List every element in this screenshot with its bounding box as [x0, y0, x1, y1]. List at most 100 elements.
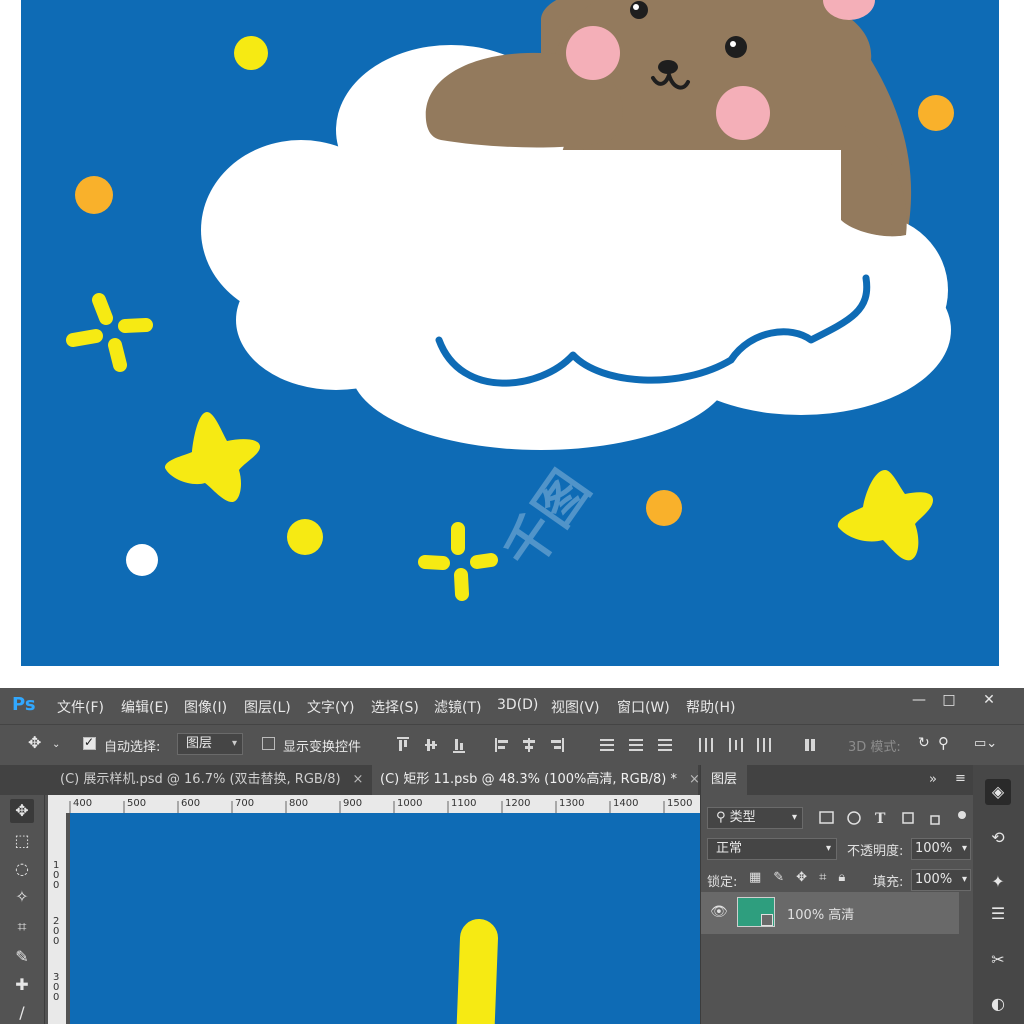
close-icon[interactable]: × — [689, 772, 700, 787]
dot-yellow — [234, 36, 268, 70]
sparkle — [66, 293, 153, 372]
tab-label: (C) 展示样机.psd @ 16.7% (双击替换, RGB/8) — [60, 772, 341, 787]
menu-filter[interactable]: 滤镜(T) — [434, 697, 481, 717]
fill-input[interactable]: 100% ▾ — [911, 869, 971, 891]
menu-file[interactable]: 文件(F) — [57, 697, 104, 717]
chevron-down-icon: ▾ — [961, 874, 967, 885]
chevron-down-icon: ▾ — [791, 812, 797, 823]
document-tabs: (C) 展示样机.psd @ 16.7% (双击替换, RGB/8) × (C) … — [0, 765, 700, 795]
menu-layer[interactable]: 图层(L) — [244, 697, 291, 717]
menu-edit[interactable]: 编辑(E) — [121, 697, 169, 717]
ruler-label: 1400 — [613, 798, 639, 809]
layers-panel: 图层 » ≡ ⚲ 类型 ▾ T 正常 ▾ 不透明度: 100% ▾ 锁定: ▦✎… — [700, 765, 973, 1024]
color-icon[interactable]: ◐ — [985, 991, 1011, 1017]
tab-document-2[interactable]: (C) 矩形 11.psb @ 48.3% (100%高清, RGB/8) * × — [372, 765, 700, 795]
brush-tool-icon[interactable]: / — [10, 1001, 34, 1024]
lasso-tool-icon[interactable]: ◌ — [10, 857, 34, 881]
lock-label: 锁定: — [707, 875, 738, 890]
dot-orange — [75, 176, 113, 214]
chevron-down-icon: ▾ — [231, 738, 237, 749]
menu-image[interactable]: 图像(I) — [184, 697, 227, 717]
layer-filter-dropdown[interactable]: ⚲ 类型 ▾ — [707, 807, 803, 829]
show-transform-checkbox[interactable] — [262, 737, 275, 750]
chevron-down-icon[interactable]: ⌄ — [52, 739, 60, 750]
show-transform-label: 显示变换控件 — [283, 740, 362, 755]
healing-brush-tool-icon[interactable]: ✚ — [10, 973, 34, 997]
auto-select-dropdown[interactable]: 图层 ▾ — [177, 733, 243, 755]
collapse-icon[interactable]: » — [929, 772, 937, 787]
layer-filter-label: 类型 — [729, 810, 756, 825]
canvas-preview — [456, 919, 498, 1024]
close-icon[interactable]: × — [353, 772, 364, 787]
blend-mode-value: 正常 — [716, 841, 743, 856]
history-icon[interactable]: ⟲ — [985, 825, 1011, 851]
dot-orange — [918, 95, 954, 131]
eye-icon[interactable]: 👁︎ — [710, 904, 728, 920]
move-tool-icon[interactable]: ✥ — [10, 799, 34, 823]
move-tool-icon[interactable]: ✥ — [28, 733, 41, 752]
star — [164, 412, 261, 503]
menu-bar: Ps 文件(F) 编辑(E) 图像(I) 图层(L) 文字(Y) 选择(S) 滤… — [0, 688, 1024, 724]
search-icon: ⚲ — [716, 810, 726, 825]
canvas-sparkle-stroke — [456, 919, 498, 1024]
3d-orbit-icon[interactable]: ↻ — [918, 735, 930, 751]
marquee-tool-icon[interactable]: ⬚ — [10, 829, 34, 853]
layers-icon[interactable]: ◈ — [985, 779, 1011, 805]
maximize-button[interactable]: □ — [930, 688, 968, 712]
panel-menu-icon[interactable]: ≡ — [955, 771, 966, 786]
ruler-label: 1000 — [397, 798, 423, 809]
smart-object-icon — [761, 914, 773, 926]
right-dock: ◈ ⟲ ✦ ☰ ✂ ◐ — [973, 765, 1024, 1024]
3d-search-icon[interactable]: ⚲ — [938, 734, 949, 752]
bear-eye-left — [630, 1, 648, 19]
layers-panel-header: 图层 » ≡ — [701, 765, 973, 795]
ruler-label: 700 — [235, 798, 255, 809]
document-canvas[interactable] — [70, 813, 700, 1024]
menu-help[interactable]: 帮助(H) — [686, 697, 735, 717]
tools-icon[interactable]: ✂ — [985, 947, 1011, 973]
fill-label: 填充: — [873, 875, 904, 890]
ruler-label: 1300 — [559, 798, 585, 809]
auto-select-checkbox[interactable] — [83, 735, 96, 750]
menu-3d[interactable]: 3D(D) — [497, 697, 538, 713]
tools-panel: ✥ ⬚ ◌ ✧ ⌗ ✎ ✚ / — [0, 795, 45, 1024]
blend-mode-dropdown[interactable]: 正常 ▾ — [707, 838, 837, 860]
align-icons[interactable] — [395, 737, 815, 753]
ruler-label: 1200 — [505, 798, 531, 809]
lock-icons[interactable]: ▦✎✥⌗🔒︎ — [749, 870, 857, 885]
layer-row[interactable]: 👁︎ 100% 高清 — [701, 892, 959, 934]
dot-orange — [646, 490, 682, 526]
menu-view[interactable]: 视图(V) — [551, 697, 600, 717]
sparkle — [418, 522, 498, 601]
eyedropper-tool-icon[interactable]: ✎ — [10, 945, 34, 969]
bear-cheek-right — [716, 86, 770, 140]
ruler-label: 900 — [343, 798, 363, 809]
layers-panel-title[interactable]: 图层 — [701, 765, 748, 795]
svg-text:T: T — [875, 811, 886, 826]
layer-name: 100% 高清 — [787, 908, 855, 923]
menu-select[interactable]: 选择(S) — [371, 697, 419, 717]
options-bar: ✥ ⌄ 自动选择: 图层 ▾ 显示变换控件 — [0, 724, 1024, 766]
ruler-horizontal: 400 500 600 700 800 900 1000 1100 1200 1… — [48, 795, 700, 813]
ruler-label: 1100 — [451, 798, 477, 809]
crop-tool-icon[interactable]: ⌗ — [10, 915, 34, 939]
adjustments-icon[interactable]: ☰ — [985, 901, 1011, 927]
bear-eye-right — [725, 36, 747, 58]
bear-cheek-left — [566, 26, 620, 80]
chevron-down-icon: ▾ — [961, 843, 967, 854]
ruler-label: 300 — [53, 972, 60, 1003]
auto-select-label: 自动选择: — [104, 740, 161, 755]
layer-filter-icons[interactable]: T — [819, 810, 969, 826]
close-button[interactable]: ✕ — [970, 688, 1008, 712]
workspace-icon[interactable]: ▭⌄ — [974, 736, 997, 751]
magic-wand-tool-icon[interactable]: ✧ — [10, 885, 34, 909]
brush-settings-icon[interactable]: ✦ — [985, 869, 1011, 895]
opacity-input[interactable]: 100% ▾ — [911, 838, 971, 860]
star — [837, 470, 933, 561]
ruler-label: 200 — [53, 916, 60, 947]
menu-type[interactable]: 文字(Y) — [307, 697, 354, 717]
opacity-label: 不透明度: — [847, 844, 904, 859]
tab-document-1[interactable]: (C) 展示样机.psd @ 16.7% (双击替换, RGB/8) × — [52, 765, 370, 795]
dot-white — [126, 544, 158, 576]
menu-window[interactable]: 窗口(W) — [617, 697, 670, 717]
